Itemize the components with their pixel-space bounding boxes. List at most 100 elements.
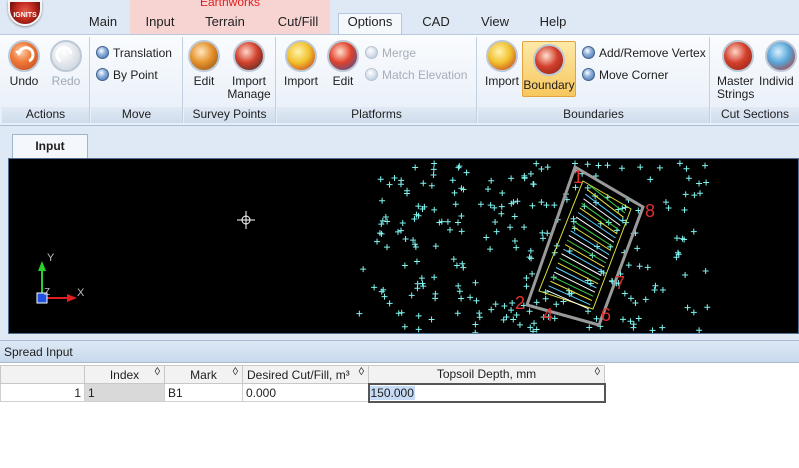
survey-point-marker xyxy=(595,162,602,169)
survey-point-marker xyxy=(428,182,435,189)
sort-icon[interactable]: ◊ xyxy=(233,366,238,378)
row-number[interactable]: 1 xyxy=(0,383,85,402)
survey-point-marker xyxy=(508,175,515,182)
tab-cut-fill[interactable]: Cut/Fill xyxy=(270,14,326,34)
tab-cad[interactable]: CAD xyxy=(418,14,454,34)
group-survey-points: Edit Import Manage Survey Points xyxy=(184,37,276,123)
platform-detail-line xyxy=(579,207,618,235)
tab-view[interactable]: View xyxy=(476,14,514,34)
platform-import-button[interactable]: Import xyxy=(281,40,321,88)
axis-label-x: X xyxy=(77,287,85,299)
column-header-topsoil-depth[interactable]: Topsoil Depth, mm ◊ xyxy=(368,365,605,384)
survey-point-marker xyxy=(673,235,680,242)
survey-point-marker xyxy=(526,254,533,261)
survey-point-marker xyxy=(659,324,666,331)
individual-button[interactable]: Individ xyxy=(759,40,799,88)
boundary-import-button[interactable]: Import xyxy=(482,40,522,88)
column-header-desired-cut-fill[interactable]: Desired Cut/Fill, m³ ◊ xyxy=(242,365,369,384)
column-header-index[interactable]: Index ◊ xyxy=(84,365,165,384)
tab-main[interactable]: Main xyxy=(84,14,122,34)
translation-button[interactable]: Translation xyxy=(96,45,172,63)
boundary-button[interactable]: Boundary xyxy=(522,41,576,97)
platform-detail-line xyxy=(585,193,623,222)
cell-desired-cut-fill[interactable]: 0.000 xyxy=(242,383,369,402)
platform-edit-button[interactable]: Edit xyxy=(327,40,359,88)
survey-point-marker xyxy=(662,199,669,206)
platform-import-icon xyxy=(285,40,317,72)
boundary-vertex-labels: 1 2 4 6 7 8 xyxy=(515,167,655,325)
survey-point-marker xyxy=(395,310,402,317)
survey-point-marker xyxy=(684,304,691,311)
move-corner-button[interactable]: Move Corner xyxy=(582,67,668,85)
survey-point-marker xyxy=(394,228,401,235)
platform-detail-line xyxy=(588,184,626,214)
survey-point-marker xyxy=(398,227,405,234)
cell-mark[interactable]: B1 xyxy=(164,383,243,402)
survey-point-marker xyxy=(527,247,534,254)
survey-point-marker xyxy=(418,275,425,282)
survey-point-marker xyxy=(530,181,537,188)
survey-point-marker xyxy=(665,204,672,211)
survey-point-marker xyxy=(483,234,490,241)
spread-input-title: Spread Input xyxy=(0,341,799,363)
survey-point-marker xyxy=(408,292,415,299)
platform-detail-line xyxy=(557,262,599,285)
topsoil-depth-value[interactable]: 150.000 xyxy=(369,385,415,400)
cell-topsoil-depth-editor[interactable]: 150.000 xyxy=(367,382,606,403)
column-header-mark[interactable]: Mark ◊ xyxy=(164,365,243,384)
survey-point-marker xyxy=(456,163,463,170)
document-tab-bar: Input xyxy=(0,126,799,158)
survey-point-marker xyxy=(384,218,391,225)
add-remove-vertex-icon xyxy=(582,46,595,59)
survey-point-marker xyxy=(450,256,457,263)
survey-point-marker xyxy=(379,217,386,224)
by-point-button[interactable]: By Point xyxy=(96,67,158,85)
tab-help[interactable]: Help xyxy=(534,14,572,34)
survey-point-marker xyxy=(382,214,389,221)
cad-drawing[interactable]: Y X Z 1 2 4 6 7 8 xyxy=(9,159,799,334)
survey-point-marker xyxy=(499,189,506,196)
survey-point-marker xyxy=(527,170,534,177)
merge-button[interactable]: Merge xyxy=(365,45,416,63)
survey-edit-button[interactable]: Edit xyxy=(188,40,220,88)
master-strings-button[interactable]: Master Strings xyxy=(717,40,759,101)
by-point-icon xyxy=(96,68,109,81)
tab-terrain[interactable]: Terrain xyxy=(197,14,253,34)
document-tab-input[interactable]: Input xyxy=(12,134,88,158)
platform-edit-icon xyxy=(327,40,359,72)
survey-point-marker xyxy=(432,243,439,250)
tab-input[interactable]: Input xyxy=(140,14,180,34)
sort-icon[interactable]: ◊ xyxy=(155,366,160,378)
app-logo-icon[interactable]: IGNITS xyxy=(8,0,42,26)
cad-viewport[interactable]: Y X Z 1 2 4 6 7 8 xyxy=(8,158,799,334)
redo-icon xyxy=(50,40,82,72)
undo-button[interactable]: Undo xyxy=(6,40,42,88)
survey-point-marker xyxy=(492,218,499,225)
group-move: Translation By Point Move xyxy=(91,37,183,123)
vertex-label-2: 2 xyxy=(515,293,525,313)
survey-point-marker xyxy=(491,204,498,211)
survey-point-marker xyxy=(690,309,697,316)
sort-icon[interactable]: ◊ xyxy=(359,366,364,378)
survey-point-marker xyxy=(431,160,438,167)
match-elevation-button[interactable]: Match Elevation xyxy=(365,67,467,85)
tab-options[interactable]: Options xyxy=(338,13,402,34)
redo-button[interactable]: Redo xyxy=(48,40,84,88)
survey-point-marker xyxy=(539,235,546,242)
survey-point-marker xyxy=(458,212,465,219)
survey-point-marker xyxy=(472,321,479,328)
axis-label-z: Z xyxy=(44,287,50,298)
survey-point-marker xyxy=(553,301,560,308)
survey-point-marker xyxy=(473,297,480,304)
survey-point-marker xyxy=(402,236,409,243)
spread-input-table: Index ◊ Mark ◊ Desired Cut/Fill, m³ ◊ Topso… xyxy=(0,365,606,403)
boundary-icon xyxy=(533,44,565,76)
sort-icon[interactable]: ◊ xyxy=(595,366,600,378)
add-remove-vertex-button[interactable]: Add/Remove Vertex xyxy=(582,45,706,63)
survey-point-marker xyxy=(690,228,697,235)
table-row[interactable]: 1 1 B1 0.000 150.000 xyxy=(0,382,606,403)
import-manage-button[interactable]: Import Manage xyxy=(226,40,272,101)
group-label-actions: Actions xyxy=(2,107,89,123)
survey-point-marker xyxy=(511,213,518,220)
survey-point-marker xyxy=(487,246,494,253)
